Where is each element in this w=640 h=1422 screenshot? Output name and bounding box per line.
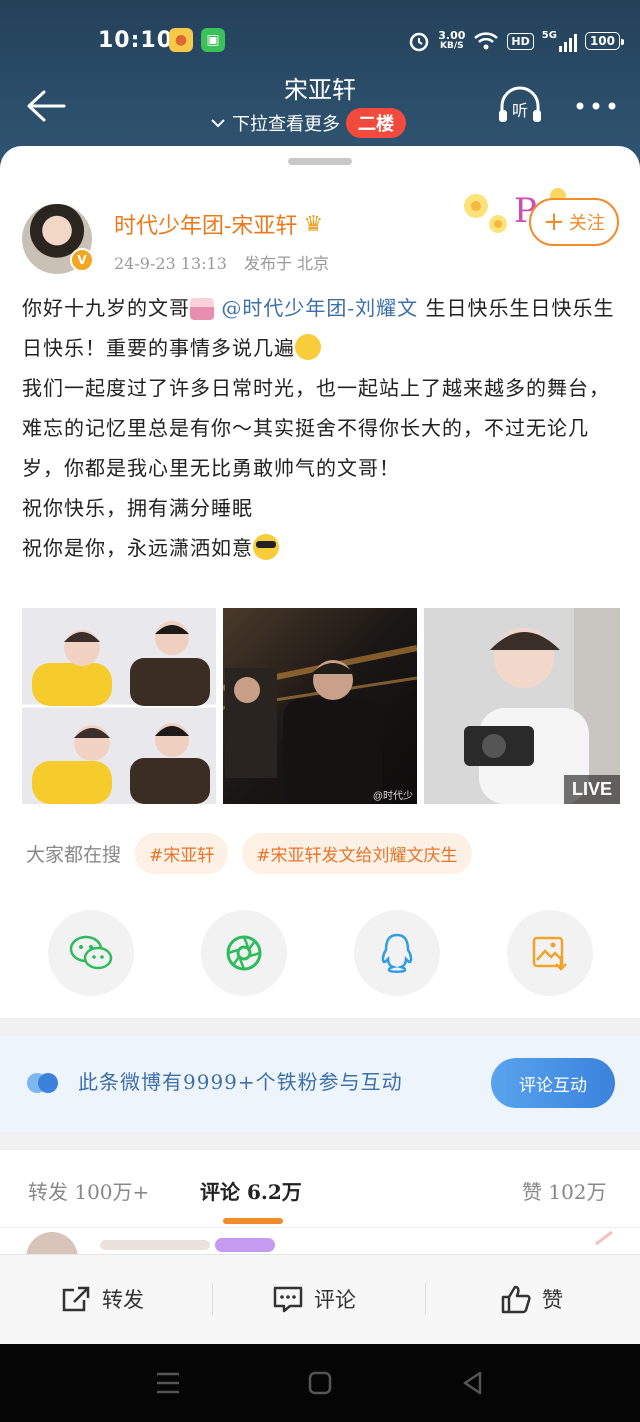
live-photo-badge: LIVE: [563, 775, 620, 804]
cake-emoji-icon: [190, 298, 214, 320]
trending-search-row: 大家都在搜 #宋亚轩 #宋亚轩发文给刘耀文庆生: [26, 832, 472, 874]
post-sheet: V 时代少年团-宋亚轩 ♛ 24-9-23 13:13 发布于 北京 P + 关注…: [0, 146, 640, 1346]
action-divider: [212, 1283, 213, 1315]
search-tag[interactable]: #宋亚轩发文给刘耀文庆生: [242, 832, 472, 874]
fan-interaction-banner: 此条微博有9999+个铁粉参与互动 评论互动: [0, 1036, 640, 1132]
status-bar: 10:10 ● ▣ 3.00 KB/S HD 5G 100: [0, 22, 640, 62]
author-name[interactable]: 时代少年团-宋亚轩 ♛: [114, 208, 323, 240]
bottom-action-bar: 转发 评论 赞: [0, 1254, 640, 1344]
verified-badge-icon: V: [70, 248, 94, 272]
post-images: @时代少 LIVE: [22, 608, 620, 804]
repost-icon: [62, 1286, 90, 1312]
tab-comments[interactable]: 评论 6.2万: [200, 1176, 302, 1205]
home-icon[interactable]: [307, 1370, 333, 1396]
tab-reposts[interactable]: 转发 100万+: [28, 1176, 149, 1205]
page-title: 宋亚轩: [284, 76, 356, 104]
moments-icon: [226, 935, 262, 971]
share-moments-button[interactable]: [201, 910, 287, 996]
post-meta: 24-9-23 13:13 发布于 北京: [114, 250, 341, 274]
section-divider: [0, 1132, 640, 1150]
action-divider: [425, 1283, 426, 1315]
grin-emoji-icon: [295, 334, 321, 360]
svg-text:听: 听: [512, 101, 528, 120]
engagement-tabs: 转发 100万+ 评论 6.2万 赞 102万: [0, 1150, 640, 1228]
top-bar: 10:10 ● ▣ 3.00 KB/S HD 5G 100 宋亚轩 下拉查看更多 …: [0, 0, 640, 160]
battery-indicator: 100: [584, 32, 625, 50]
cool-emoji-icon: [253, 534, 279, 560]
share-wechat-button[interactable]: [48, 910, 134, 996]
signal-icon: 5G: [542, 30, 577, 52]
image-watermark: @时代少: [372, 791, 413, 802]
fans-icon: [27, 1073, 58, 1093]
pull-down-text: 下拉查看更多: [232, 114, 340, 135]
share-qq-button[interactable]: [354, 910, 440, 996]
pull-down-hint[interactable]: 下拉查看更多 二楼: [210, 108, 406, 138]
listen-headphones-icon[interactable]: 听: [496, 86, 544, 126]
repost-button[interactable]: 转发: [60, 1281, 144, 1317]
save-image-button[interactable]: [507, 910, 593, 996]
qq-icon: [381, 933, 413, 973]
post-image-1[interactable]: [22, 608, 216, 804]
app-notification-icon: ▣: [201, 28, 225, 52]
fan-banner-text: 此条微博有9999+个铁粉参与互动: [78, 1070, 403, 1094]
search-label: 大家都在搜: [26, 843, 122, 866]
alarm-icon: [410, 32, 429, 52]
second-floor-badge[interactable]: 二楼: [346, 108, 406, 138]
recent-apps-icon[interactable]: [155, 1370, 181, 1396]
net-speed: 3.00 KB/S: [438, 29, 466, 51]
crown-badge-icon: ♛: [303, 211, 324, 237]
hd-indicator: HD: [507, 32, 534, 50]
thumbs-up-icon: [501, 1285, 531, 1314]
comment-button[interactable]: 评论: [272, 1281, 356, 1317]
section-divider: [0, 1018, 640, 1036]
post-date: 24-9-23 13:13: [114, 254, 227, 273]
tab-likes[interactable]: 赞 102万: [522, 1176, 607, 1205]
system-nav-bar: [0, 1344, 640, 1422]
post-location: 发布于 北京: [244, 254, 330, 273]
status-time: 10:10: [98, 28, 174, 53]
weibo-notification-icon: ●: [169, 28, 193, 52]
mention-link[interactable]: @时代少年团-刘耀文: [221, 296, 418, 320]
save-image-icon: [532, 936, 567, 971]
status-indicators: 3.00 KB/S HD 5G 100: [408, 28, 625, 54]
search-tag[interactable]: #宋亚轩: [135, 832, 229, 874]
share-row: [0, 910, 640, 1000]
like-button[interactable]: 赞: [500, 1281, 563, 1317]
follow-button[interactable]: + 关注: [529, 198, 619, 246]
more-options-icon[interactable]: [574, 92, 618, 120]
wifi-icon: [474, 32, 499, 50]
post-body: 你好十九岁的文哥 @时代少年团-刘耀文 生日快乐生日快乐生日快乐！重要的事情多说…: [22, 296, 615, 560]
post-image-3[interactable]: LIVE: [424, 608, 620, 804]
wechat-icon: [69, 935, 113, 970]
comment-interact-button[interactable]: 评论互动: [491, 1058, 615, 1108]
chevron-down-icon: [211, 119, 225, 128]
post-image-2[interactable]: @时代少: [223, 608, 417, 804]
active-tab-indicator: [223, 1218, 283, 1224]
comment-icon: [273, 1286, 303, 1313]
sheet-handle[interactable]: [288, 158, 352, 165]
back-nav-icon[interactable]: [460, 1370, 486, 1396]
